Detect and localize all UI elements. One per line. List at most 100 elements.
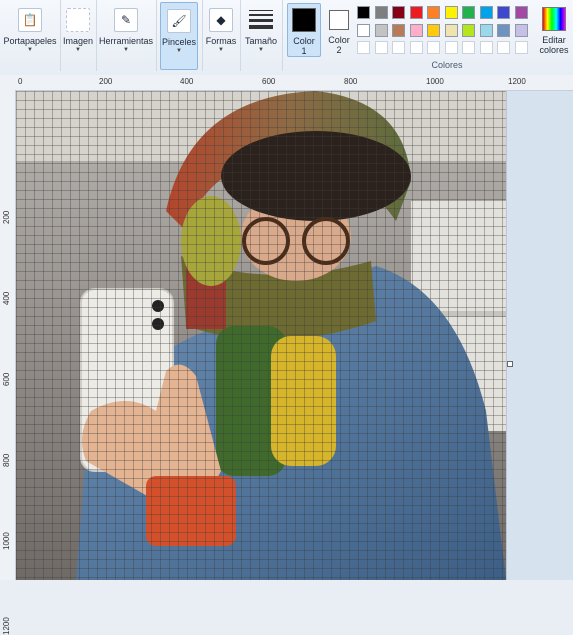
colors-group-label: Colores — [431, 60, 463, 70]
custom-color-slot[interactable] — [497, 41, 510, 54]
ruler-left-label: 200 — [2, 210, 11, 224]
ruler-top-label: 400 — [180, 77, 194, 86]
chevron-down-icon: ▼ — [258, 47, 264, 53]
image-group: Imagen ▼ — [60, 0, 97, 71]
ruler-top-label: 0 — [18, 77, 23, 86]
ruler-top-label: 200 — [99, 77, 113, 86]
size-label: Tamaño — [244, 36, 278, 46]
brushes-button[interactable]: 🖌 Pinceles ▼ — [160, 2, 198, 70]
clipboard-icon: 📋 — [18, 8, 42, 32]
palette-swatch[interactable] — [374, 6, 388, 19]
custom-color-slot[interactable] — [514, 41, 528, 54]
edit-colors-label-line1: Editar — [542, 35, 566, 45]
palette-swatch[interactable] — [392, 6, 405, 19]
custom-color-slot[interactable] — [479, 41, 493, 54]
image-label: Imagen — [62, 36, 94, 46]
custom-color-slot[interactable] — [444, 41, 458, 54]
canvas-gutter — [506, 91, 573, 580]
custom-color-slot[interactable] — [374, 41, 388, 54]
palette-swatch[interactable] — [374, 23, 388, 37]
tools-icon: ✎ — [114, 8, 138, 32]
ruler-left-label: 600 — [2, 372, 11, 386]
shapes-label: Formas — [205, 36, 237, 46]
custom-color-slot[interactable] — [357, 41, 370, 54]
color2-label-line1: Color — [328, 35, 350, 45]
chevron-down-icon: ▼ — [75, 47, 81, 53]
brushes-label: Pinceles — [161, 37, 197, 47]
tools-button[interactable]: ✎ Herramientas ▼ — [97, 2, 155, 70]
edit-colors-label-line2: colores — [539, 45, 569, 55]
chevron-down-icon: ▼ — [27, 47, 33, 53]
ruler-top-label: 1000 — [426, 77, 444, 86]
size-group: Tamaño ▼ — [240, 0, 283, 71]
chevron-down-icon: ▼ — [176, 48, 182, 54]
camera-lens — [152, 300, 164, 312]
edit-colors-button[interactable]: Editar colores — [537, 3, 571, 57]
hair — [221, 131, 411, 221]
color2-button[interactable]: Color 2 — [323, 3, 355, 57]
color1-label-line1: Color — [293, 36, 315, 46]
clipboard-button[interactable]: 📋 Portapapeles ▼ — [2, 2, 58, 70]
image-button[interactable]: Imagen ▼ — [61, 2, 95, 70]
color-wheel-icon — [542, 7, 566, 31]
brush-icon: 🖌 — [167, 9, 191, 33]
palette-swatch[interactable] — [479, 23, 493, 37]
palette-swatch[interactable] — [409, 23, 423, 37]
edit-colors-label: Editar colores — [537, 35, 571, 55]
custom-color-slot[interactable] — [462, 41, 475, 54]
ruler-top-label: 800 — [344, 77, 358, 86]
color-palette — [357, 6, 537, 58]
chevron-down-icon: ▼ — [218, 47, 224, 53]
chevron-down-icon: ▼ — [123, 47, 129, 53]
ruler-left-label: 400 — [2, 291, 11, 305]
scarf-yellow-end — [271, 336, 336, 466]
vertical-ruler: 200 400 600 800 1000 1200 — [0, 90, 16, 635]
palette-swatch[interactable] — [444, 6, 458, 19]
ruler-left-label: 800 — [2, 453, 11, 467]
palette-swatch[interactable] — [479, 6, 493, 19]
drawing-canvas[interactable] — [16, 91, 506, 580]
beanie-brim — [181, 196, 241, 286]
select-rect-icon — [66, 8, 90, 32]
palette-swatch[interactable] — [497, 6, 510, 19]
canvas-resize-handle[interactable] — [507, 361, 513, 367]
color1-button[interactable]: Color 1 — [287, 3, 321, 57]
tools-label: Herramientas — [98, 36, 154, 46]
ruler-top-label: 600 — [262, 77, 276, 86]
palette-swatch[interactable] — [427, 23, 440, 37]
color1-label: Color 1 — [288, 36, 320, 56]
palette-swatch[interactable] — [409, 6, 423, 19]
custom-color-slot[interactable] — [392, 41, 405, 54]
tools-group: ✎ Herramientas ▼ — [96, 0, 157, 71]
palette-swatch[interactable] — [392, 23, 405, 37]
palette-swatch[interactable] — [444, 23, 458, 37]
custom-color-slot[interactable] — [409, 41, 423, 54]
horizontal-ruler: 0 200 400 600 800 1000 1200 — [0, 75, 573, 91]
palette-swatch[interactable] — [357, 6, 370, 19]
workspace — [16, 91, 573, 580]
palette-swatch[interactable] — [462, 23, 475, 37]
color2-swatch — [329, 10, 349, 30]
palette-swatch[interactable] — [357, 23, 370, 37]
ruler-left-label: 1200 — [2, 617, 11, 635]
brushes-group: 🖌 Pinceles ▼ — [156, 0, 203, 71]
palette-swatch[interactable] — [497, 23, 510, 37]
red-sleeve — [146, 476, 236, 546]
ruler-top-label: 1200 — [508, 77, 526, 86]
palette-swatch[interactable] — [514, 6, 528, 19]
color2-label-line2: 2 — [336, 45, 342, 55]
camera-lens — [152, 318, 164, 330]
clipboard-label: Portapapeles — [3, 36, 57, 46]
palette-swatch[interactable] — [462, 6, 475, 19]
custom-color-slot[interactable] — [427, 41, 440, 54]
palette-swatch[interactable] — [514, 23, 528, 37]
ribbon: 📋 Portapapeles ▼ Imagen ▼ ✎ Herramientas… — [0, 0, 573, 76]
clipboard-group: 📋 Portapapeles ▼ — [0, 0, 61, 71]
palette-swatch[interactable] — [427, 6, 440, 19]
shapes-button[interactable]: ◆ Formas ▼ — [203, 2, 239, 70]
line-width-icon — [249, 10, 273, 29]
color1-swatch — [292, 8, 316, 32]
size-button[interactable]: Tamaño ▼ — [241, 2, 281, 70]
shapes-icon: ◆ — [209, 8, 233, 32]
color1-label-line2: 1 — [301, 46, 307, 56]
